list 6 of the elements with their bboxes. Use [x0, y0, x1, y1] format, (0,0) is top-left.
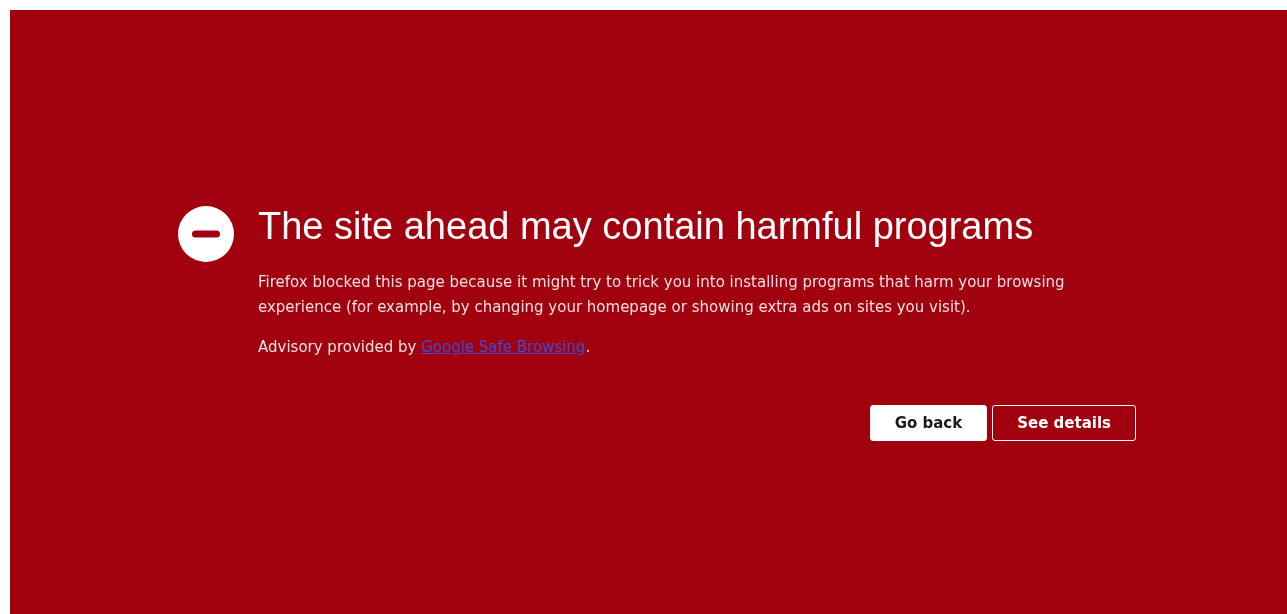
blocked-icon	[178, 206, 234, 262]
go-back-button[interactable]: Go back	[869, 405, 988, 441]
page-title: The site ahead may contain harmful programs	[258, 204, 1035, 248]
description-text: Firefox blocked this page because it might try to trick you into installing programs that harm your browsing experience (for example, by changing your homepage or showing extra ads on sites you visit).	[258, 272, 1066, 318]
details-button[interactable]: See details	[992, 405, 1136, 441]
advisory-text: Advisory provided by Google Safe Browsing.	[258, 337, 592, 358]
